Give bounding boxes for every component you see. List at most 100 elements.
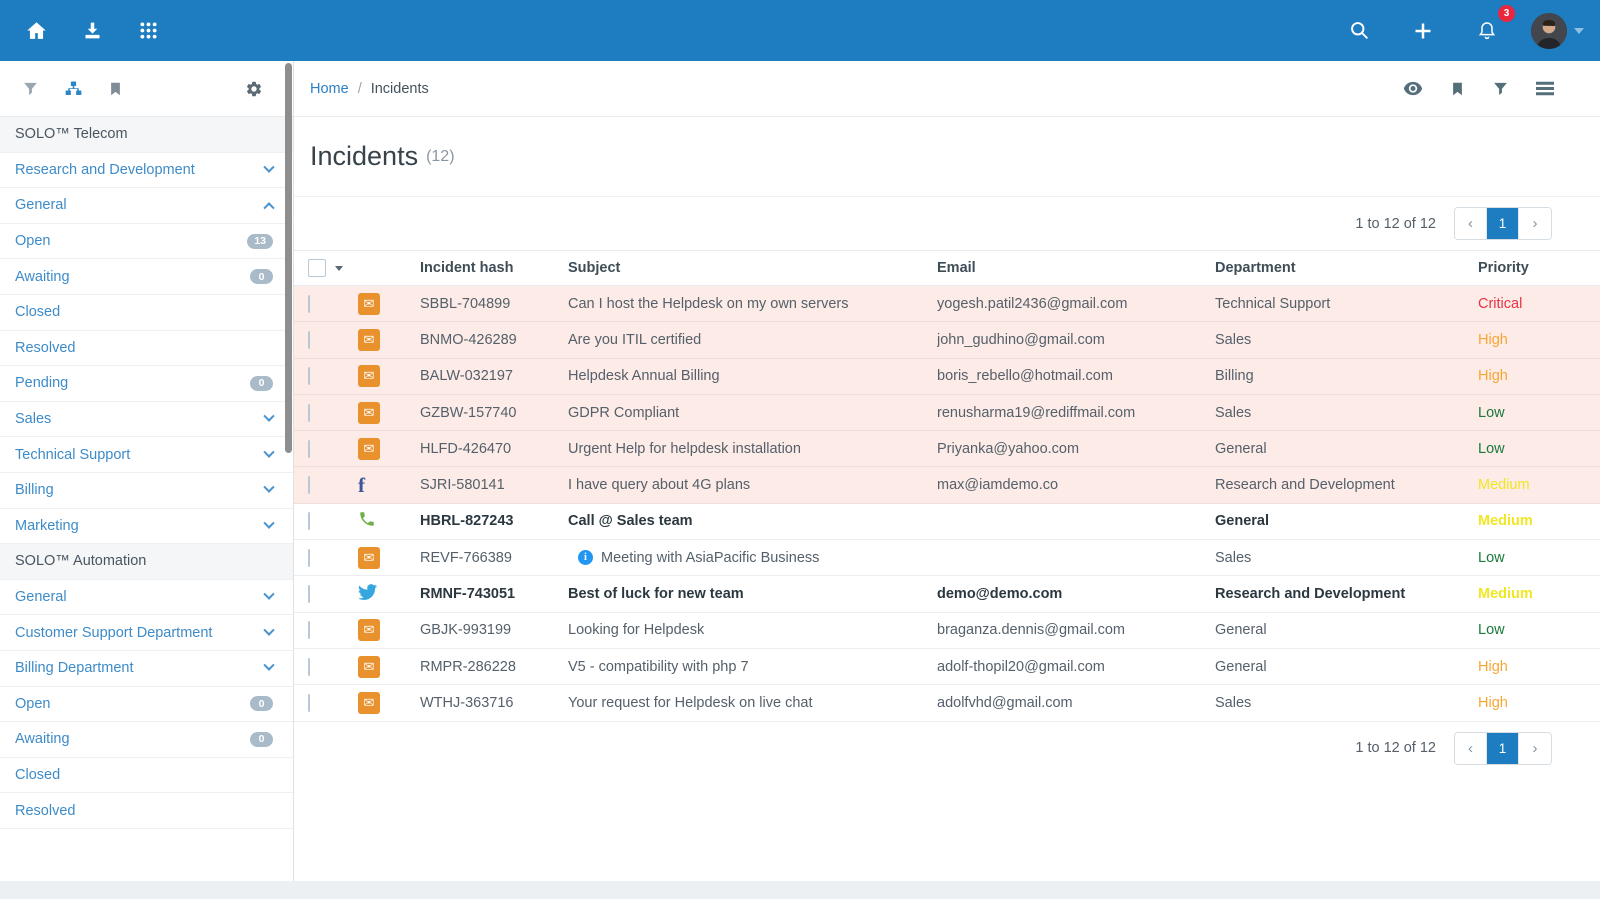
breadcrumb-home-link[interactable]: Home xyxy=(310,81,349,97)
sidebar-item[interactable]: Billing xyxy=(0,473,293,509)
incident-hash-cell: BNMO-426289 xyxy=(420,332,568,348)
sidebar-item[interactable]: Closed xyxy=(0,758,293,794)
sidebar-item[interactable]: Marketing xyxy=(0,509,293,545)
incident-hash-cell: WTHJ-363716 xyxy=(420,695,568,711)
channel-cell: ✉ f xyxy=(358,692,420,714)
chevron-icon xyxy=(263,446,274,457)
row-checkbox[interactable] xyxy=(308,440,310,458)
sidebar-item-label: Customer Support Department xyxy=(15,625,212,641)
bookmark-icon[interactable] xyxy=(1450,80,1465,98)
sidebar-item[interactable]: General xyxy=(0,188,293,224)
table-row[interactable]: ✉ f SJRI-580141 i I have query about 4G … xyxy=(294,467,1600,503)
sidebar-item[interactable]: Awaiting 0 xyxy=(0,259,293,295)
sidebar-item[interactable]: Open 0 xyxy=(0,687,293,723)
table-row[interactable]: ✉ f GBJK-993199 i Looking for Helpdesk b… xyxy=(294,613,1600,649)
row-checkbox[interactable] xyxy=(308,295,310,313)
home-button[interactable] xyxy=(16,11,56,51)
row-checkbox[interactable] xyxy=(308,367,310,385)
notifications-button[interactable]: 3 xyxy=(1467,11,1507,51)
list-toolbar xyxy=(1403,80,1554,98)
row-checkbox[interactable] xyxy=(308,694,310,712)
sidebar-item[interactable]: Sales xyxy=(0,402,293,438)
priority-cell: High xyxy=(1478,332,1576,348)
channel-cell: ✉ f xyxy=(358,329,420,351)
filter-icon[interactable] xyxy=(22,80,39,97)
sidebar-item[interactable]: Awaiting 0 xyxy=(0,722,293,758)
gear-icon[interactable] xyxy=(245,80,263,98)
table-row[interactable]: ✉ f HLFD-426470 i Urgent Help for helpde… xyxy=(294,431,1600,467)
priority-cell: Medium xyxy=(1478,513,1576,529)
prev-page-button[interactable]: ‹ xyxy=(1455,733,1487,764)
column-subject[interactable]: Subject xyxy=(568,260,937,276)
column-priority[interactable]: Priority xyxy=(1478,260,1576,276)
page-1-button[interactable]: 1 xyxy=(1487,733,1519,764)
sidebar-item-label: Awaiting xyxy=(15,731,70,747)
table-row[interactable]: ✉ f HBRL-827243 i Call @ Sales team Gene… xyxy=(294,504,1600,540)
subject-cell: i V5 - compatibility with php 7 xyxy=(568,659,937,675)
email-cell: demo@demo.com xyxy=(937,586,1215,602)
table-row[interactable]: ✉ f WTHJ-363716 i Your request for Helpd… xyxy=(294,685,1600,721)
channel-cell: ✉ f xyxy=(358,365,420,387)
download-button[interactable] xyxy=(72,11,112,51)
sidebar-item[interactable]: General xyxy=(0,580,293,616)
subject-cell: i Can I host the Helpdesk on my own serv… xyxy=(568,296,937,312)
sidebar-item[interactable]: Resolved xyxy=(0,793,293,829)
table-row[interactable]: ✉ f SBBL-704899 i Can I host the Helpdes… xyxy=(294,286,1600,322)
department-cell: Billing xyxy=(1215,368,1478,384)
channel-cell: ✉ f xyxy=(358,438,420,460)
priority-cell: Low xyxy=(1478,405,1576,421)
sidebar-item[interactable]: Technical Support xyxy=(0,437,293,473)
table-row[interactable]: ✉ f BALW-032197 i Helpdesk Annual Billin… xyxy=(294,359,1600,395)
select-dropdown-caret-icon[interactable] xyxy=(335,266,343,271)
sitemap-icon[interactable] xyxy=(64,80,83,98)
table-row[interactable]: ✉ f RMPR-286228 i V5 - compatibility wit… xyxy=(294,649,1600,685)
sidebar-item[interactable]: Billing Department xyxy=(0,651,293,687)
row-checkbox[interactable] xyxy=(308,331,310,349)
next-page-button[interactable]: › xyxy=(1519,208,1551,239)
incident-hash-cell: GBJK-993199 xyxy=(420,622,568,638)
incident-hash-cell: BALW-032197 xyxy=(420,368,568,384)
filter-icon[interactable] xyxy=(1492,80,1509,97)
email-channel-icon: ✉ xyxy=(358,438,380,460)
row-checkbox[interactable] xyxy=(308,404,310,422)
column-department[interactable]: Department xyxy=(1215,260,1478,276)
department-cell: Sales xyxy=(1215,550,1478,566)
column-email[interactable]: Email xyxy=(937,260,1215,276)
next-page-button[interactable]: › xyxy=(1519,733,1551,764)
row-checkbox[interactable] xyxy=(308,658,310,676)
priority-cell: High xyxy=(1478,695,1576,711)
row-checkbox[interactable] xyxy=(308,621,310,639)
eye-icon[interactable] xyxy=(1403,81,1423,96)
row-checkbox[interactable] xyxy=(308,512,310,530)
column-incident-hash[interactable]: Incident hash xyxy=(420,260,568,276)
sidebar-item[interactable]: Open 13 xyxy=(0,224,293,260)
page-1-button[interactable]: 1 xyxy=(1487,208,1519,239)
menu-icon[interactable] xyxy=(1536,81,1554,96)
add-button[interactable] xyxy=(1403,11,1443,51)
user-menu[interactable] xyxy=(1531,13,1584,49)
sidebar-item[interactable]: Closed xyxy=(0,295,293,331)
sidebar-item-label: SOLO™ Telecom xyxy=(15,126,128,142)
priority-cell: Low xyxy=(1478,441,1576,457)
apps-button[interactable] xyxy=(128,11,168,51)
sidebar-item[interactable]: Customer Support Department xyxy=(0,615,293,651)
sidebar-item[interactable]: Pending 0 xyxy=(0,366,293,402)
sidebar-item[interactable]: Research and Development xyxy=(0,153,293,189)
subject-cell: i Best of luck for new team xyxy=(568,586,937,602)
search-button[interactable] xyxy=(1339,11,1379,51)
sidebar-scrollbar[interactable] xyxy=(285,63,292,453)
select-all-checkbox[interactable] xyxy=(308,259,326,277)
department-cell: Research and Development xyxy=(1215,477,1478,493)
incident-hash-cell: SJRI-580141 xyxy=(420,477,568,493)
incident-hash-cell: REVF-766389 xyxy=(420,550,568,566)
table-row[interactable]: ✉ f RMNF-743051 i Best of luck for new t… xyxy=(294,576,1600,612)
row-checkbox[interactable] xyxy=(308,585,310,603)
table-row[interactable]: ✉ f REVF-766389 i Meeting with AsiaPacif… xyxy=(294,540,1600,576)
sidebar-item[interactable]: Resolved xyxy=(0,331,293,367)
prev-page-button[interactable]: ‹ xyxy=(1455,208,1487,239)
bookmark-icon[interactable] xyxy=(108,80,123,98)
row-checkbox[interactable] xyxy=(308,476,310,494)
table-row[interactable]: ✉ f GZBW-157740 i GDPR Compliant renusha… xyxy=(294,395,1600,431)
row-checkbox[interactable] xyxy=(308,549,310,567)
table-row[interactable]: ✉ f BNMO-426289 i Are you ITIL certified… xyxy=(294,322,1600,358)
